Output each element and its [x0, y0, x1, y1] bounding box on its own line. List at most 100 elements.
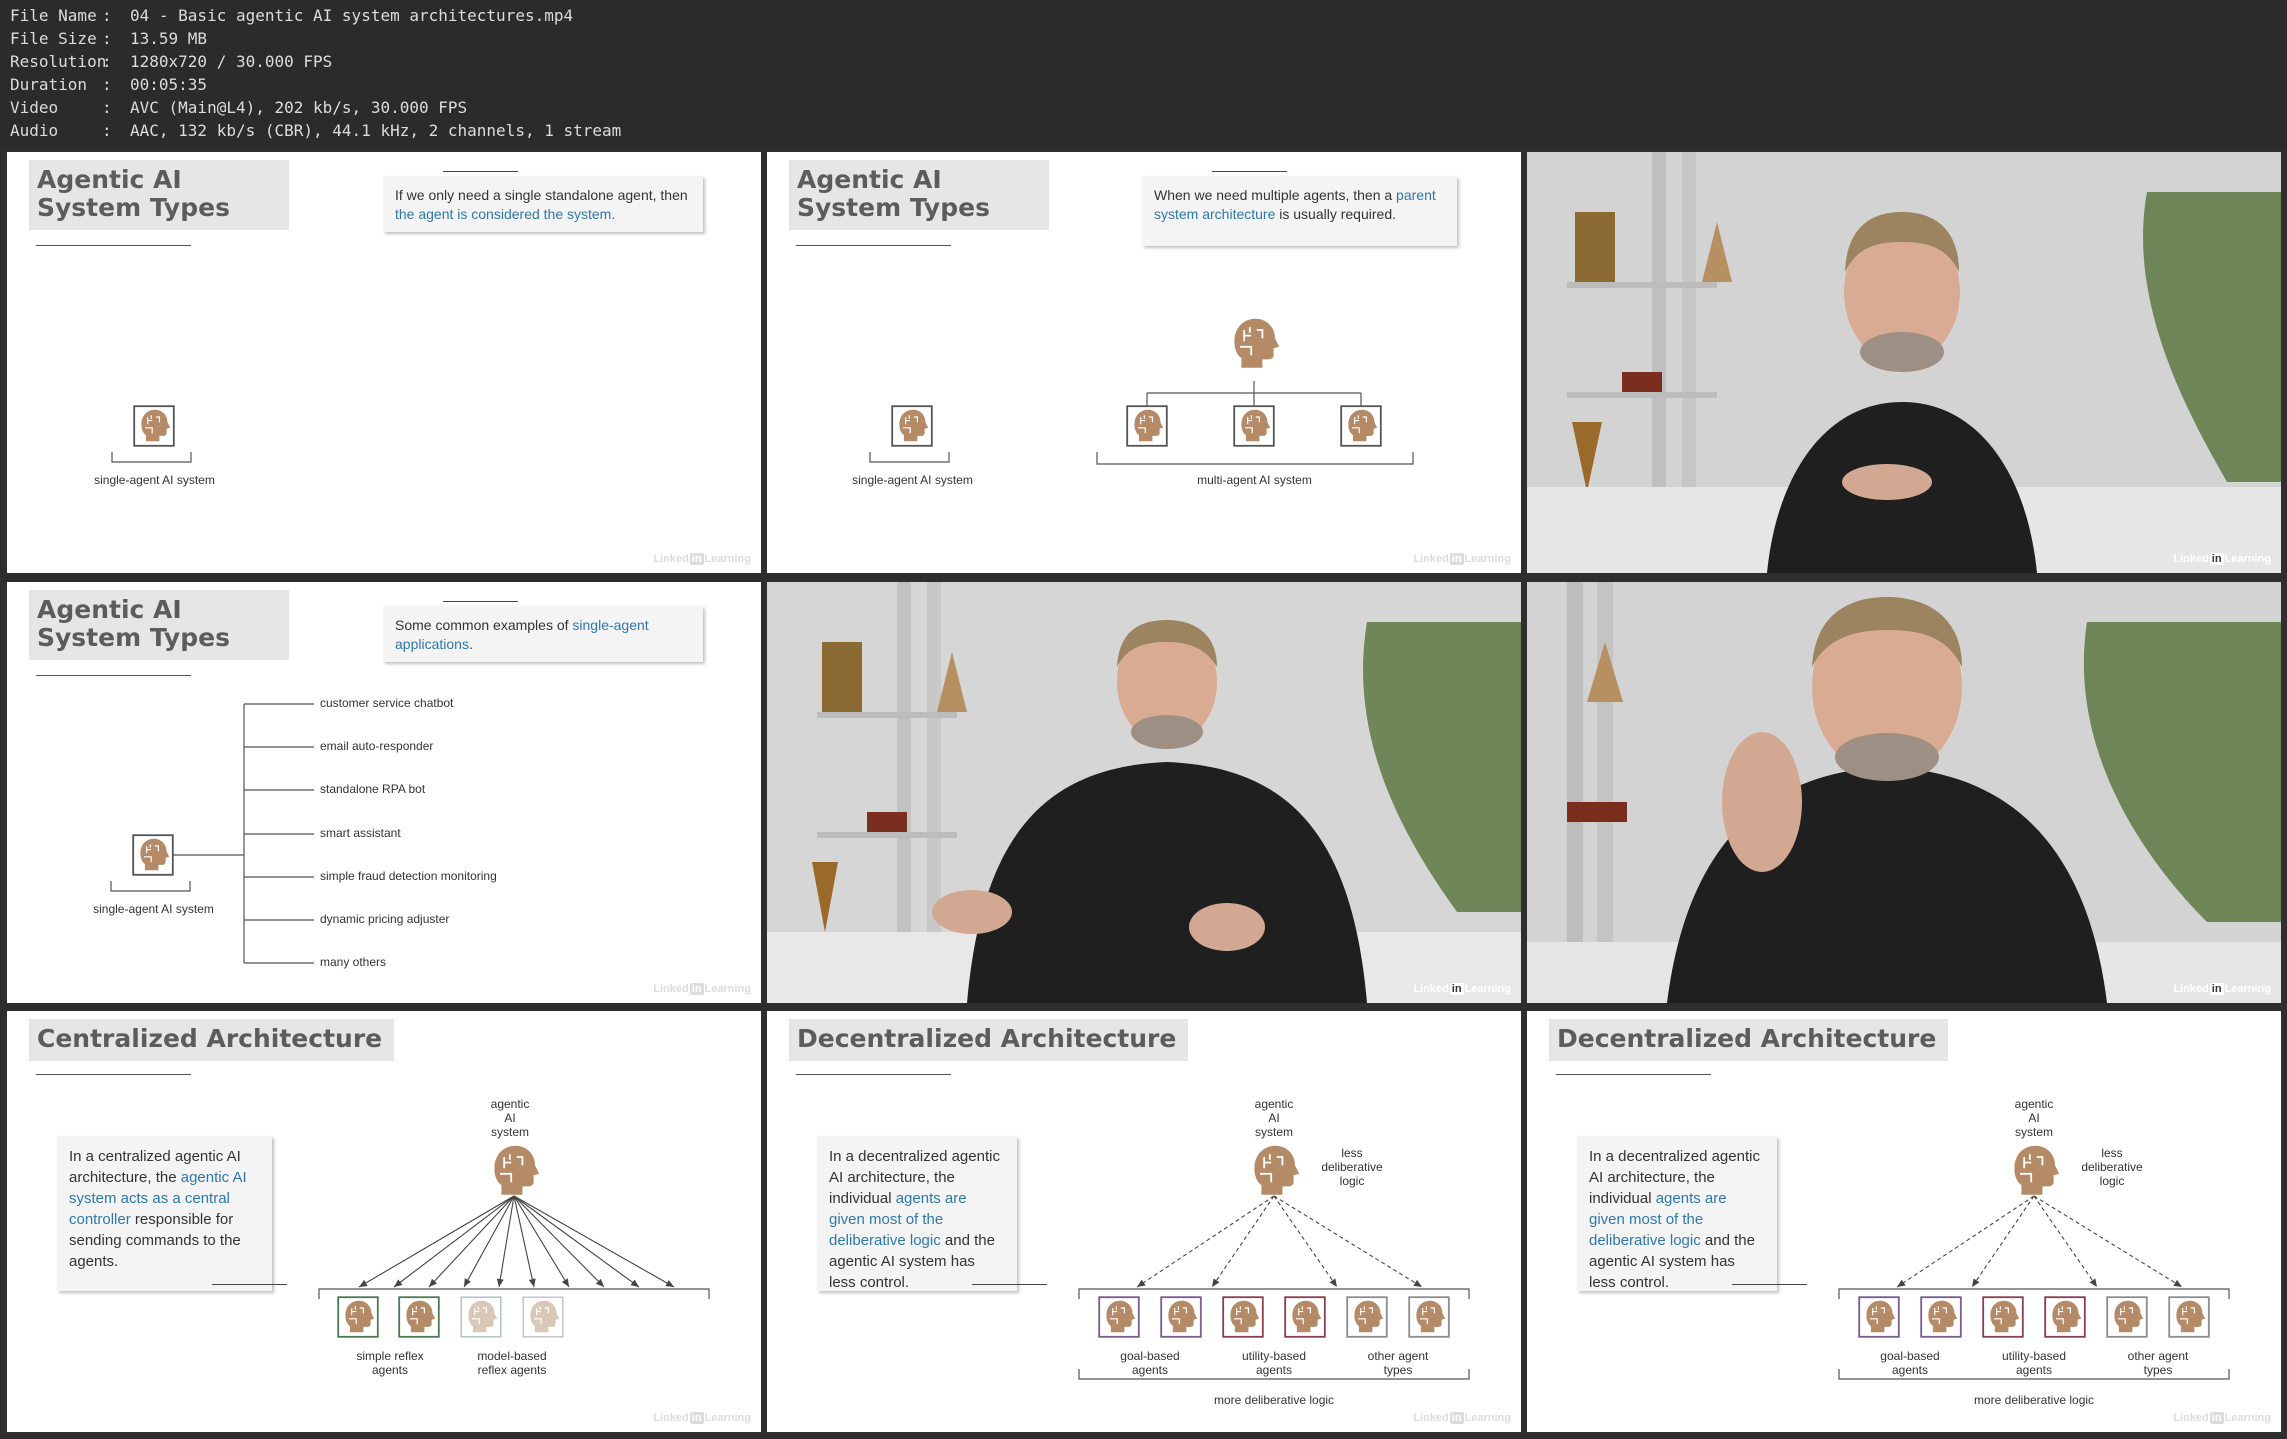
bracket [111, 452, 192, 463]
arrowhead-icon [1329, 1278, 1337, 1287]
bracket [1096, 452, 1414, 465]
file-info-key: File Name [10, 6, 97, 25]
arrowhead-icon [561, 1278, 569, 1287]
utility-based-agent-icon [1982, 1296, 2024, 1338]
linkedin-learning-watermark: Linked in Learning [2173, 983, 2271, 995]
linkedin-learning-watermark: Linked in Learning [1413, 553, 1511, 565]
file-info-value: 13.59 MB [130, 29, 208, 48]
file-info-separator: : [102, 29, 112, 48]
goal-based-label: goal-based agents [1120, 1349, 1180, 1377]
delegation-arrows [1136, 1195, 1423, 1288]
arrowhead-icon [394, 1279, 403, 1287]
arrow-line [513, 1195, 535, 1288]
slide-multi-agent: Agentic AI System Types When we need mul… [767, 152, 1521, 573]
presenter-scene [1527, 152, 2281, 573]
arrowhead-icon [2173, 1279, 2182, 1287]
file-info-key: File Size [10, 29, 97, 48]
other-agent-types-label: other agent types [1367, 1349, 1429, 1377]
file-info-separator: : [102, 121, 112, 140]
arrow-line [1136, 1195, 1275, 1288]
utility-based-agent-icon [1284, 1296, 1326, 1338]
goal-based-agent-icon [1160, 1296, 1202, 1338]
arrow-line [1971, 1195, 2035, 1288]
file-info-value: 04 - Basic agentic AI system architectur… [130, 6, 574, 25]
bracket [110, 881, 191, 892]
arrowhead-icon [1897, 1279, 1906, 1287]
file-info-row: Audio: AAC, 132 kb/s (CBR), 44.1 kHz, 2 c… [10, 119, 621, 142]
arrow-line [393, 1195, 515, 1288]
arrowhead-icon [1413, 1279, 1422, 1287]
command-arrows [358, 1195, 675, 1288]
file-info-value: AAC, 132 kb/s (CBR), 44.1 kHz, 2 channel… [130, 121, 622, 140]
slide-decentralized-architecture: Decentralized Architecture In a decentra… [1527, 1011, 2281, 1432]
other-agent-icon [1408, 1296, 1450, 1338]
multi-agent-diagram [869, 318, 1414, 465]
arrow-line [1896, 1195, 2035, 1288]
single-agent-label: single-agent AI system [852, 473, 973, 487]
goal-based-agent-icon [1858, 1296, 1900, 1338]
file-info-header: File Name:04 - Basic agentic AI system a… [0, 0, 2287, 148]
arrowhead-icon [528, 1278, 536, 1287]
model-based-reflex-agent-icon [522, 1296, 564, 1338]
single-agent-label: single-agent AI system [94, 473, 215, 487]
linkedin-learning-watermark: Linked in Learning [1413, 1412, 1511, 1424]
more-deliberative-label: more deliberative logic [1973, 1393, 2095, 1407]
arrow-line [513, 1195, 570, 1288]
arrow-line [513, 1195, 640, 1288]
utility-based-agent-icon [1222, 1296, 1264, 1338]
video-frame-presenter: Linked in Learning [767, 582, 1521, 1003]
linkedin-learning-watermark: Linked in Learning [2173, 1412, 2271, 1424]
file-info-value: 1280x720 / 30.000 FPS [130, 52, 333, 71]
file-info-row: File Name:04 - Basic agentic AI system a… [10, 4, 573, 27]
list-item: simple fraud detection monitoring [320, 869, 497, 883]
video-frame-presenter: Linked in Learning [1527, 582, 2281, 1003]
file-info-key: Duration [10, 75, 88, 94]
arrowhead-icon [2089, 1278, 2097, 1287]
arrow-line [1273, 1195, 1423, 1288]
slide-centralized-architecture: Centralized Architecture In a centralize… [7, 1011, 761, 1432]
goal-based-label: goal-based agents [1880, 1349, 1940, 1377]
slide-decentralized-architecture: Decentralized Architecture In a decentra… [767, 1011, 1521, 1432]
arrow-line [1211, 1195, 1275, 1288]
linkedin-learning-watermark: Linked in Learning [653, 983, 751, 995]
arrowhead-icon [1212, 1278, 1220, 1287]
model-based-reflex-label: model-based reflex agents [477, 1349, 547, 1377]
delegation-arrows [1896, 1195, 2183, 1288]
utility-based-label: utility-based agents [2001, 1349, 2067, 1377]
controller-head-icon [1254, 1145, 1300, 1195]
arrowhead-icon [1972, 1278, 1980, 1287]
goal-based-agent-icon [1098, 1296, 1140, 1338]
simple-reflex-label: simple reflex agents [356, 1349, 424, 1377]
arrow-line [513, 1195, 675, 1288]
file-info-key: Video [10, 98, 59, 117]
controller-head-icon [2014, 1145, 2060, 1195]
arrow-line [513, 1195, 605, 1288]
list-item: many others [320, 955, 387, 969]
list-item: standalone RPA bot [320, 782, 426, 796]
file-info-separator: : [102, 75, 112, 94]
file-info-value: AVC (Main@L4), 202 kb/s, 30.000 FPS [130, 98, 468, 117]
list-item: customer service chatbot [320, 696, 454, 710]
linkedin-learning-watermark: Linked in Learning [1413, 983, 1511, 995]
presenter-scene [767, 582, 1521, 1003]
utility-based-agent-icon [2044, 1296, 2086, 1338]
file-info-separator: : [102, 6, 112, 25]
arrowhead-icon [630, 1279, 639, 1287]
file-info-key: Audio [10, 121, 59, 140]
linkedin-learning-watermark: Linked in Learning [2173, 553, 2271, 565]
presenter-scene [1527, 582, 2281, 1003]
slide-single-agent: Agentic AI System Types If we only need … [7, 152, 761, 573]
file-info-separator: : [102, 52, 112, 71]
more-deliberative-label: more deliberative logic [1213, 1393, 1335, 1407]
arrow-line [2033, 1195, 2098, 1288]
single-agent-diagram [111, 405, 192, 463]
goal-based-agent-icon [1920, 1296, 1962, 1338]
multi-agent-label: multi-agent AI system [1197, 473, 1312, 487]
arrow-line [2033, 1195, 2183, 1288]
other-agent-icon [2168, 1296, 2210, 1338]
arrow-line [358, 1195, 515, 1288]
other-agent-types-label: other agent types [2127, 1349, 2189, 1377]
bracket [869, 452, 950, 463]
simple-reflex-agent-icon [398, 1296, 440, 1338]
file-info-row: Video: AVC (Main@L4), 202 kb/s, 30.000 FP… [10, 96, 467, 119]
